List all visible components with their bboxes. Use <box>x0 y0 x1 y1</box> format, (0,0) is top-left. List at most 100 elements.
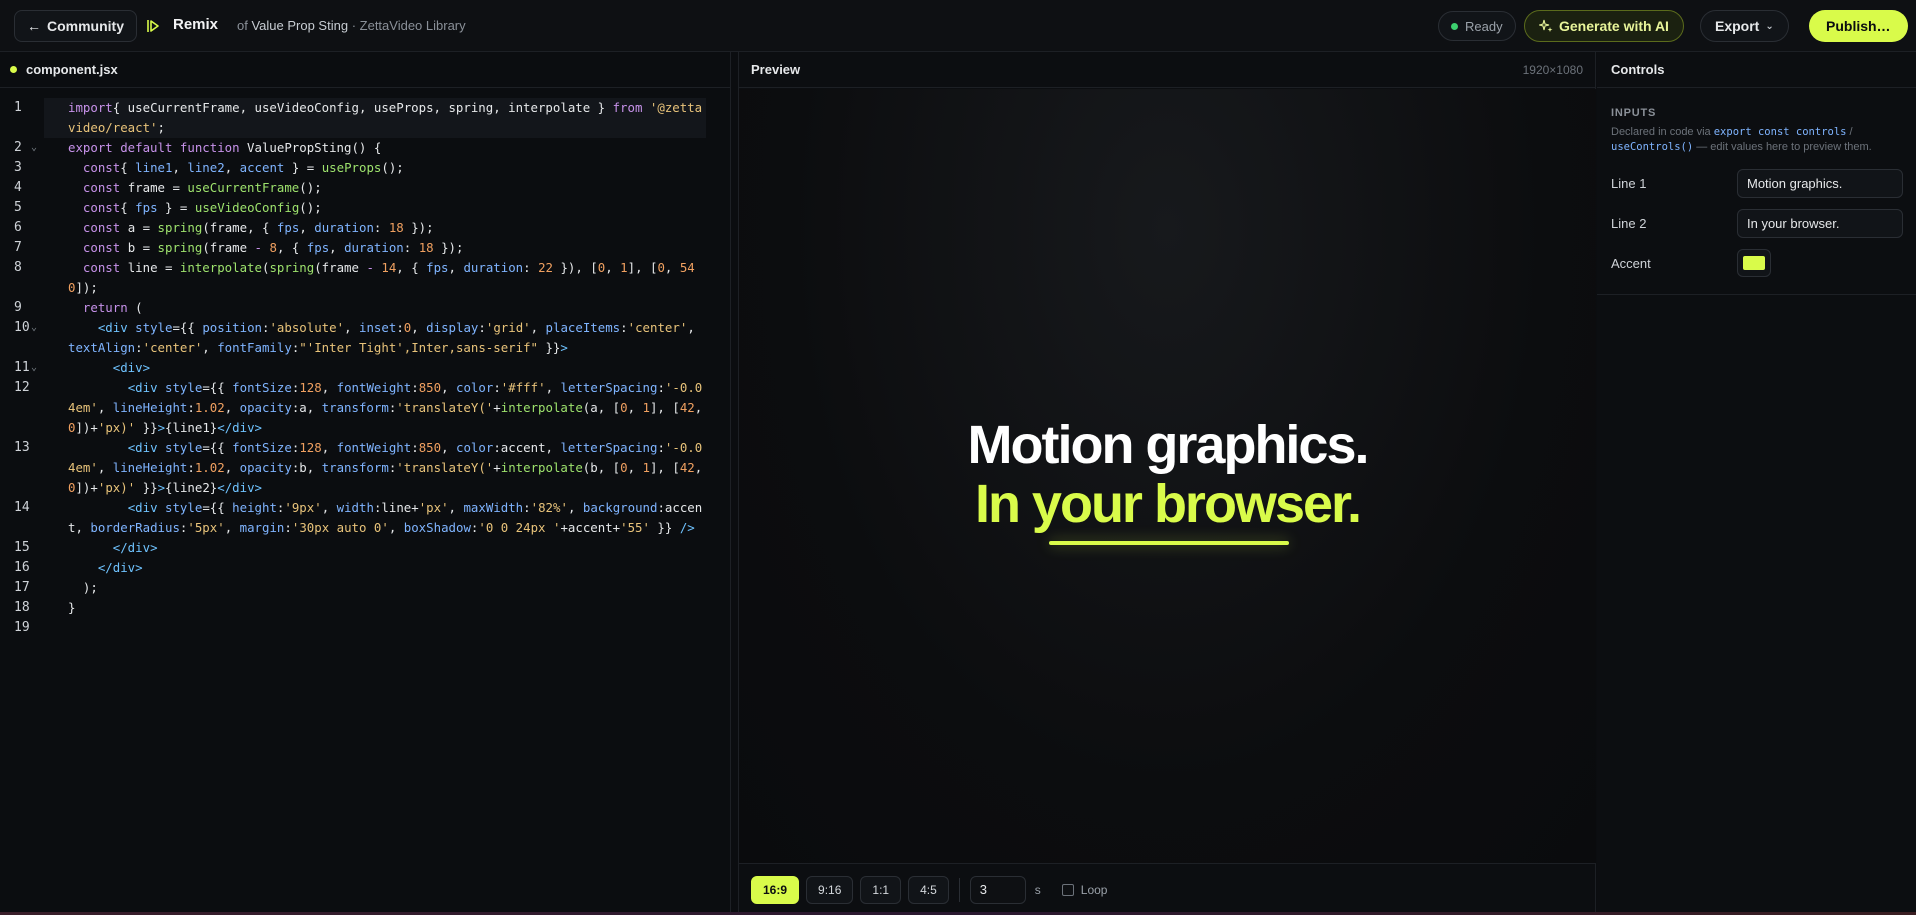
code-line[interactable]: 19 <box>0 618 731 638</box>
preview-header: Preview 1920×1080 <box>739 52 1595 88</box>
line2-input[interactable]: In your browser. <box>1737 208 1903 238</box>
fold-chevron-icon[interactable]: ⌄ <box>31 318 37 338</box>
accent-swatch <box>1743 256 1765 270</box>
line-number: 10 <box>14 320 30 335</box>
loop-label: Loop <box>1080 882 1108 897</box>
code-line[interactable]: 10 ⌄ <div style={{ position:'absolute', i… <box>0 318 731 358</box>
line-number: 9 <box>14 300 22 315</box>
code-line[interactable]: 18} <box>0 598 731 618</box>
code-line[interactable]: 14 <div style={{ height:'9px', width:lin… <box>0 498 731 538</box>
aspect-1-1-button[interactable]: 1:1 <box>860 875 902 904</box>
code-text: } <box>68 600 76 615</box>
control-row-line2: Line 2 In your browser. <box>1611 208 1903 238</box>
code-area[interactable]: 1 import{ useCurrentFrame, useVideoConfig… <box>0 98 731 638</box>
duration-input[interactable]: 3 <box>969 875 1026 904</box>
file-name: component.jsx <box>26 62 118 77</box>
line-number: 17 <box>14 580 30 595</box>
desc-prefix: Declared in code via <box>1611 126 1714 138</box>
aspect-9-16-button[interactable]: 9:16 <box>806 875 854 904</box>
code-line[interactable]: 17 ); <box>0 578 731 598</box>
remix-prefix: of <box>237 18 248 33</box>
preview-resolution: 1920×1080 <box>1522 62 1583 77</box>
chevron-down-icon: ⌄ <box>1765 20 1774 32</box>
controls-divider <box>1597 294 1916 295</box>
code-text: return ( <box>82 300 143 315</box>
desc-suffix: — edit values here to preview them. <box>1693 141 1872 153</box>
code-line[interactable]: 5 const{ fps } = useVideoConfig(); <box>0 198 731 218</box>
generate-label: Generate with AI <box>1559 18 1669 34</box>
arrow-left-icon: ← <box>27 18 41 34</box>
remix-icon <box>147 20 159 32</box>
top-bar: ← Community Remix of Value Prop Sting · … <box>0 0 1916 52</box>
code-line[interactable]: 9 return ( <box>0 298 731 318</box>
line-number: 12 <box>14 380 30 395</box>
code-line[interactable]: 7 const b = spring(frame - 8, { fps, dur… <box>0 238 731 258</box>
code-line[interactable]: 2 ⌄ export default function ValuePropSting… <box>0 138 731 158</box>
line-number: 5 <box>14 200 22 215</box>
aspect-16-9-button[interactable]: 16:9 <box>751 875 800 904</box>
code-text: ); <box>68 580 98 595</box>
desc-code-controls: export const controls <box>1713 126 1847 138</box>
publish-button[interactable]: Publish… <box>1809 10 1908 42</box>
back-to-community-button[interactable]: ← Community <box>14 10 137 42</box>
status-badge: Ready <box>1438 11 1516 41</box>
remix-library: · ZettaVideo Library <box>351 18 466 33</box>
sparkle-icon <box>1539 19 1553 32</box>
control-row-accent: Accent <box>1611 248 1903 278</box>
line1-input[interactable]: Motion graphics. <box>1737 168 1903 198</box>
code-text: </div> <box>112 540 158 555</box>
desc-separator: / <box>1846 126 1853 138</box>
code-line[interactable]: 4 const frame = useCurrentFrame(); <box>0 178 731 198</box>
code-line[interactable]: 11 ⌄ <div> <box>0 358 731 378</box>
loop-checkbox[interactable] <box>1061 883 1074 896</box>
code-line[interactable]: 16 </div> <box>0 558 731 578</box>
code-text: const{ fps } = useVideoConfig(); <box>82 200 322 215</box>
line-number: 15 <box>14 540 30 555</box>
code-line[interactable]: 1 import{ useCurrentFrame, useVideoConfig… <box>0 98 731 138</box>
line-number: 8 <box>14 260 22 275</box>
control-row-line1: Line 1 Motion graphics. <box>1611 168 1903 198</box>
code-text: <div style={{ height:'9px', width:line+'… <box>68 500 703 535</box>
code-line[interactable]: 15 </div> <box>0 538 731 558</box>
preview-stage[interactable]: Motion graphics. In your browser. <box>739 89 1596 863</box>
modified-dot-icon <box>10 66 17 73</box>
export-button[interactable]: Export ⌄ <box>1700 10 1789 42</box>
generate-with-ai-button[interactable]: Generate with AI <box>1524 10 1684 42</box>
code-text: import{ useCurrentFrame, useVideoConfig,… <box>44 98 706 138</box>
desc-code-usecontrols: useControls() <box>1611 141 1694 153</box>
community-label: Community <box>47 18 124 34</box>
line-number: 16 <box>14 560 30 575</box>
code-text: const b = spring(frame - 8, { fps, durat… <box>82 240 464 255</box>
line-number: 14 <box>14 500 30 515</box>
fold-chevron-icon[interactable]: ⌄ <box>31 358 37 378</box>
line-number: 2 <box>14 140 22 155</box>
line-number: 18 <box>14 600 30 615</box>
line-number: 11 <box>14 360 30 375</box>
code-line[interactable]: 3 const{ line1, line2, accent } = usePro… <box>0 158 731 178</box>
code-text: const line = interpolate(spring(frame - … <box>68 260 695 295</box>
code-editor-panel: component.jsx 1 import{ useCurrentFrame, … <box>0 52 731 915</box>
accent-color-picker[interactable] <box>1737 249 1771 277</box>
code-text: export default function ValuePropSting()… <box>68 140 382 155</box>
line-number: 6 <box>14 220 22 235</box>
fold-chevron-icon[interactable]: ⌄ <box>31 138 37 158</box>
line1-label: Line 1 <box>1611 175 1647 191</box>
code-line[interactable]: 8 const line = interpolate(spring(frame … <box>0 258 731 298</box>
preview-toolbar: 16:9 9:16 1:1 4:5 3 s Loop <box>739 863 1596 915</box>
line2-label: Line 2 <box>1611 215 1647 231</box>
code-text: <div style={{ fontSize:128, fontWeight:8… <box>68 440 710 495</box>
code-line[interactable]: 13 <div style={{ fontSize:128, fontWeigh… <box>0 438 731 498</box>
accent-label: Accent <box>1611 255 1651 271</box>
code-text: const a = spring(frame, { fps, duration:… <box>82 220 434 235</box>
remix-source-name[interactable]: Value Prop Sting <box>251 18 348 33</box>
code-line[interactable]: 6 const a = spring(frame, { fps, duratio… <box>0 218 731 238</box>
editor-tab[interactable]: component.jsx <box>0 52 730 88</box>
preview-panel: Preview 1920×1080 Motion graphics. In yo… <box>738 52 1596 915</box>
publish-label: Publish… <box>1826 18 1891 34</box>
aspect-4-5-button[interactable]: 4:5 <box>908 875 949 904</box>
code-text: <div> <box>112 360 151 375</box>
accent-underline <box>1049 541 1289 545</box>
remix-title: Remix <box>173 16 219 33</box>
code-line[interactable]: 12 <div style={{ fontSize:128, fontWeigh… <box>0 378 731 438</box>
code-text: <div style={{ position:'absolute', inset… <box>68 320 703 355</box>
